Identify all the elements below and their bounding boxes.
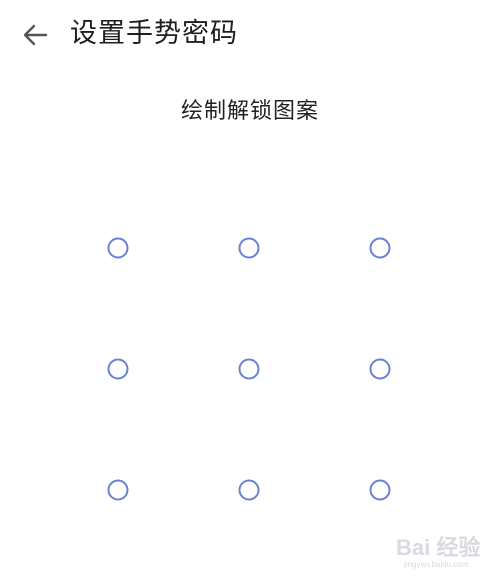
pattern-dot-8[interactable]: [238, 479, 260, 501]
watermark-url: jingyan.baidu.com: [404, 560, 469, 569]
pattern-dot-4[interactable]: [107, 358, 129, 380]
pattern-dot-6[interactable]: [369, 358, 391, 380]
pattern-dot-7[interactable]: [107, 479, 129, 501]
pattern-dot-9[interactable]: [369, 479, 391, 501]
watermark: Bai 经验 jingyan.baidu.com: [396, 526, 486, 578]
watermark-logo: Bai 经验: [396, 535, 481, 560]
pattern-dot-5[interactable]: [238, 358, 260, 380]
pattern-grid[interactable]: [0, 0, 500, 580]
pattern-dot-3[interactable]: [369, 237, 391, 259]
pattern-dot-1[interactable]: [107, 237, 129, 259]
pattern-dot-2[interactable]: [238, 237, 260, 259]
